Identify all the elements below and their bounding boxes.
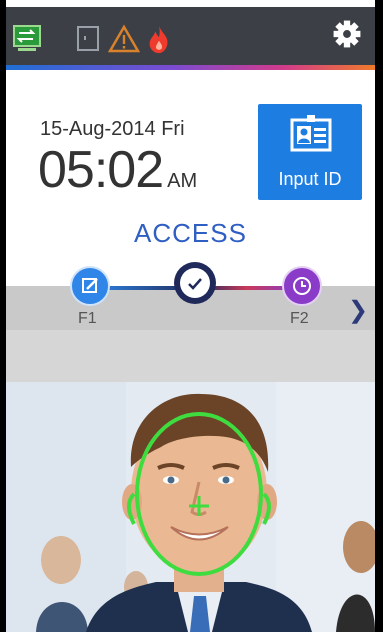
id-card-icon xyxy=(290,115,332,152)
input-id-button[interactable]: Input ID xyxy=(258,104,362,200)
info-strip xyxy=(6,330,375,382)
network-icon xyxy=(13,25,41,51)
warning-icon xyxy=(108,24,140,53)
date-label: 15-Aug-2014 Fri xyxy=(40,118,185,140)
status-bar xyxy=(6,7,375,65)
f1-label: F1 xyxy=(78,310,97,327)
device-icon xyxy=(77,26,99,51)
time-value: 05:02 xyxy=(38,141,164,199)
f1-key[interactable] xyxy=(70,266,110,306)
check-icon xyxy=(188,278,202,290)
am-pm-label: AM xyxy=(167,170,198,192)
f2-key[interactable] xyxy=(282,266,322,306)
clock-icon xyxy=(293,277,311,295)
face-photo xyxy=(6,382,375,632)
access-mode-key[interactable] xyxy=(174,262,216,304)
camera-preview xyxy=(6,382,375,632)
fire-alarm-icon xyxy=(149,25,168,54)
device-screen: 15-Aug-2014 Fri 05:02AM Input ID ACCESS xyxy=(6,0,375,632)
time-display: 05:02 AM xyxy=(38,142,197,209)
chevron-right-icon[interactable]: ❯ xyxy=(348,296,368,325)
input-id-label: Input ID xyxy=(278,169,342,189)
f2-label: F2 xyxy=(290,310,309,327)
accent-divider xyxy=(6,65,375,70)
edit-icon xyxy=(82,278,98,293)
mode-title: ACCESS xyxy=(134,218,247,248)
gear-icon[interactable] xyxy=(328,19,366,49)
